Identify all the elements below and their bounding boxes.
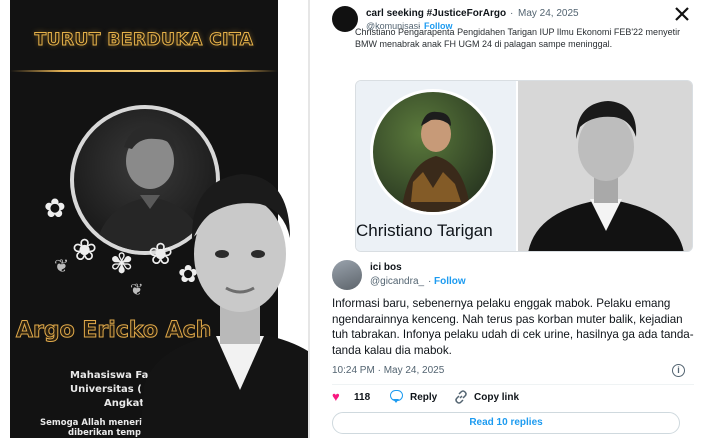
- avatar[interactable]: [332, 260, 362, 290]
- portrait-photo: [518, 81, 692, 251]
- copy-link-button[interactable]: Copy link: [454, 390, 534, 406]
- read-replies-button[interactable]: Read 10 replies: [332, 412, 680, 434]
- reply-button[interactable]: Reply: [390, 390, 450, 406]
- reply-timestamp[interactable]: 10:24 PM · May 24, 2025: [332, 365, 444, 376]
- reply-display-name[interactable]: ici bos: [370, 262, 402, 273]
- poster-title: TURUT BERDUKA CITA: [34, 30, 254, 51]
- x-logo-icon[interactable]: [674, 6, 690, 22]
- reply-post-text: Informasi baru, sebenernya pelaku enggak…: [332, 297, 694, 357]
- reply-icon-tail: [393, 399, 399, 403]
- poster-line: diberikan tempat: [68, 428, 151, 438]
- heart-icon: ♥: [332, 389, 340, 404]
- poster-line: Angkat: [104, 398, 145, 409]
- info-icon[interactable]: i: [672, 364, 685, 377]
- quoted-date-separator: ·: [510, 8, 514, 19]
- reply-follow-separator: ·: [428, 276, 432, 287]
- link-icon: [454, 390, 468, 409]
- divider: [332, 384, 694, 385]
- reply-label: Reply: [410, 392, 438, 403]
- quoted-post-media[interactable]: Christiano Tarigan: [355, 80, 693, 252]
- quoted-date[interactable]: May 24, 2025: [518, 8, 579, 19]
- poster-line: Semoga Allah menerim: [40, 418, 151, 428]
- like-count: 118: [354, 392, 371, 403]
- profile-image-caption: Christiano Tarigan: [356, 221, 493, 240]
- poster-line: Mahasiswa Fa: [70, 370, 149, 381]
- tweet-screenshot: carl seeking #JusticeForArgo · May 24, 2…: [308, 0, 701, 438]
- quoted-display-name[interactable]: carl seeking #JusticeForArgo: [366, 8, 506, 19]
- gold-divider: [10, 70, 278, 72]
- reply-follow-button[interactable]: Follow: [434, 276, 466, 287]
- poster-line: Universitas (: [70, 384, 142, 395]
- copy-link-label: Copy link: [474, 392, 520, 403]
- reply-handle[interactable]: @gicandra_: [370, 276, 424, 287]
- quoted-post-text: Christiano Pengarapenta Pengidahen Tarig…: [355, 27, 681, 49]
- profile-photo: [370, 89, 496, 215]
- profile-card-image: Christiano Tarigan: [356, 81, 516, 251]
